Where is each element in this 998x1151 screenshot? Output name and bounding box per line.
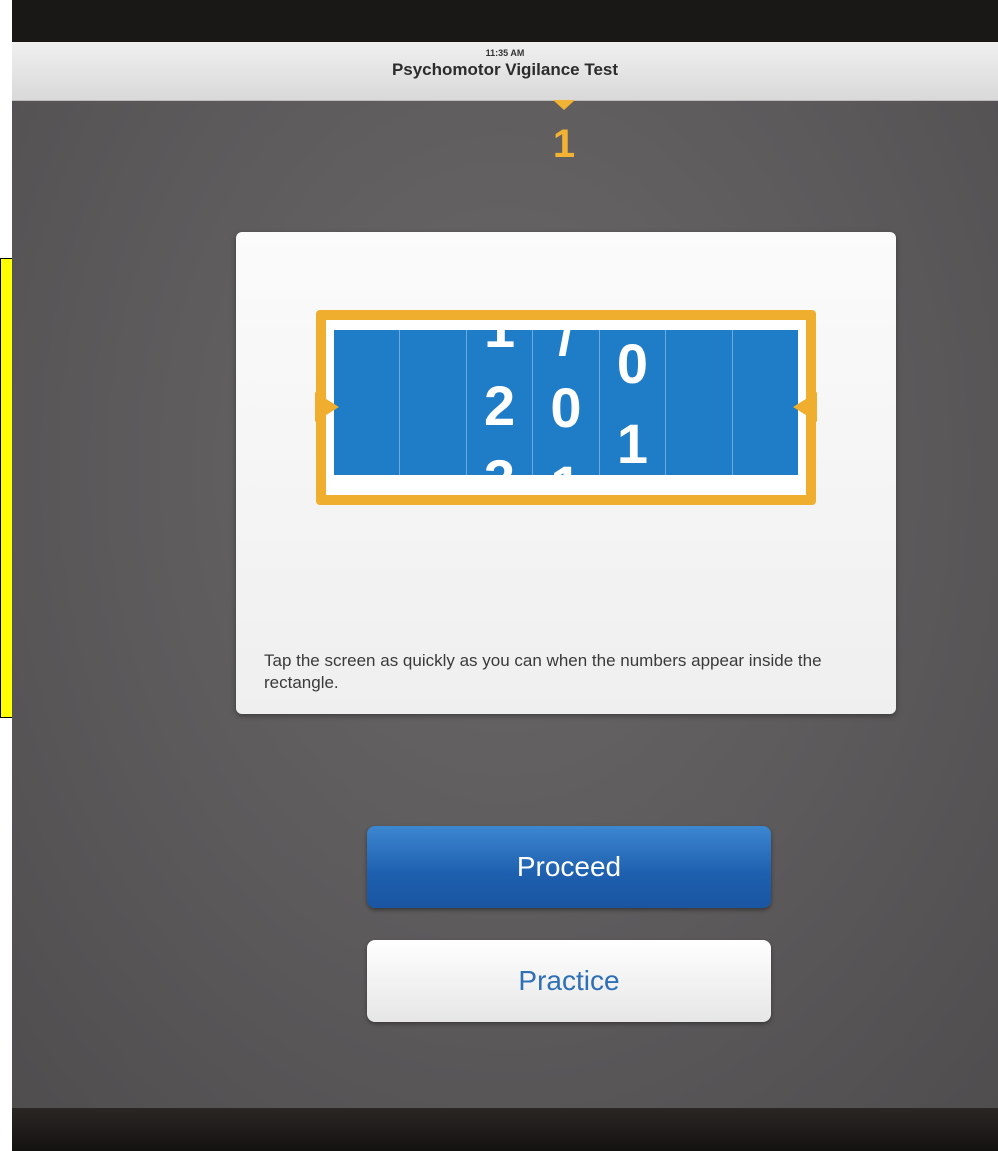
digit-column: 0 1 <box>600 330 667 475</box>
digit-bottom: 1 <box>533 458 598 476</box>
digit-column: / 0 1 <box>533 330 600 476</box>
digit-column <box>733 330 798 475</box>
page-title: Psychomotor Vigilance Test <box>391 60 619 79</box>
digit-middle: 2 <box>483 374 516 437</box>
app-screen[interactable]: 11:35 AM Psychomotor Vigilance Test 1 2 … <box>12 42 998 1110</box>
digit-column <box>400 330 467 475</box>
counter-illustration: 1 2 3 / 0 1 0 1 <box>315 310 817 505</box>
left-pointer-icon <box>315 392 339 422</box>
counter-inner-border: 1 2 3 / 0 1 0 1 <box>326 320 806 495</box>
instruction-card: 1 2 3 / 0 1 0 1 <box>236 232 896 714</box>
digit-column <box>334 330 401 475</box>
digit-middle: 0 <box>550 376 582 439</box>
proceed-button[interactable]: Proceed <box>367 826 771 908</box>
practice-button[interactable]: Practice <box>367 940 771 1022</box>
digit-bottom: 3 <box>467 452 532 476</box>
digit-top: / <box>558 330 574 367</box>
digit-bottom: 1 <box>616 412 648 475</box>
digit-top: 1 <box>467 330 532 356</box>
status-time: 11:35 AM <box>485 48 525 58</box>
right-pointer-icon <box>793 392 817 422</box>
counter-display: 1 2 3 / 0 1 0 1 <box>334 330 798 475</box>
instructions-text: Tap the screen as quickly as you can whe… <box>264 651 822 692</box>
digit-top: 0 <box>616 332 648 395</box>
step-marker-icon <box>553 100 575 110</box>
digit-column: 1 2 3 <box>467 330 534 476</box>
navigation-bar: 11:35 AM Psychomotor Vigilance Test <box>12 42 998 101</box>
digit-column <box>666 330 733 475</box>
device-photo: 11:35 AM Psychomotor Vigilance Test 1 2 … <box>12 0 998 1151</box>
device-bezel <box>12 1108 998 1151</box>
step-number: 1 <box>552 122 576 166</box>
